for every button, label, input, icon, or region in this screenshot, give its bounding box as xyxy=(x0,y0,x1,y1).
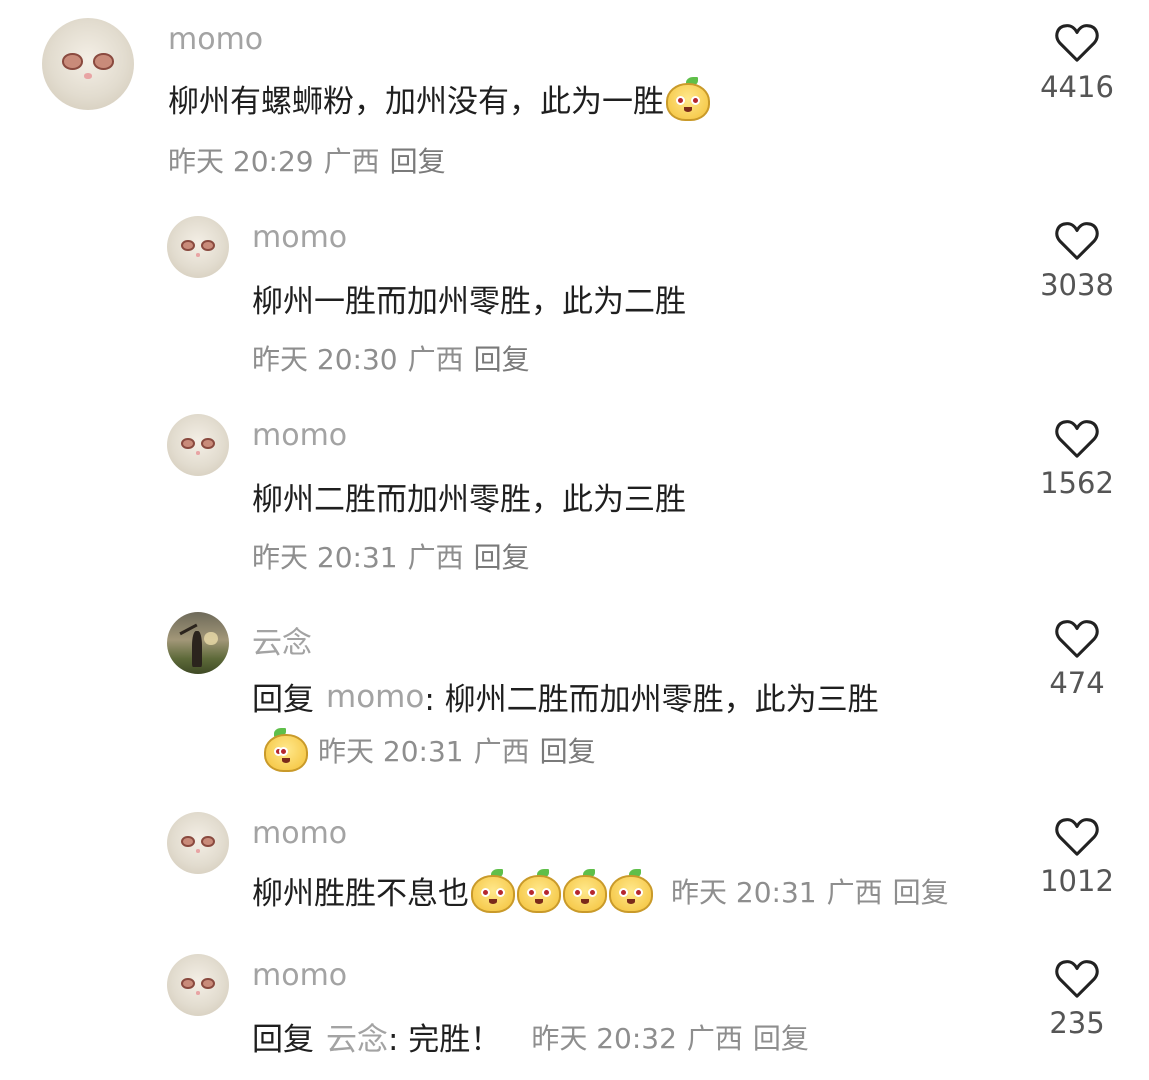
heart-outline-icon xyxy=(1055,960,1099,998)
mango-face-sticker-icon xyxy=(609,868,653,913)
like-button[interactable]: 474 xyxy=(1037,618,1117,700)
mango-face-sticker-icon xyxy=(254,728,308,772)
avatar[interactable] xyxy=(167,612,229,674)
comment-text-content: 柳州一胜而加州零胜，此为二胜 xyxy=(252,284,686,320)
like-button[interactable]: 3038 xyxy=(1037,220,1117,302)
comment-location: 广西 xyxy=(826,875,883,909)
comment-text[interactable]: 柳州胜胜不息也 昨天 20:31 广西 回复 xyxy=(252,868,949,913)
reply-button[interactable]: 回复 xyxy=(753,1017,809,1057)
avatar[interactable] xyxy=(42,18,134,110)
heart-outline-icon xyxy=(1055,420,1099,458)
avatar[interactable] xyxy=(167,954,229,1016)
heart-outline-icon xyxy=(1055,222,1099,260)
avatar[interactable] xyxy=(167,414,229,476)
comment-time: 昨天 20:31 xyxy=(671,875,817,909)
reply-mention[interactable]: 云念 xyxy=(326,1014,388,1059)
comment-username[interactable]: momo xyxy=(252,816,347,851)
comment-location: 广西 xyxy=(407,343,464,376)
reply-prefix: 回复 xyxy=(252,1022,314,1058)
comment-location: 广西 xyxy=(323,145,380,178)
comment-username[interactable]: momo xyxy=(252,418,347,453)
like-count: 235 xyxy=(1049,1006,1105,1034)
comment-meta: 昨天 20:30 广西 回复 xyxy=(252,338,530,378)
comment-text[interactable]: 柳州有螺蛳粉，加州没有，此为一胜 xyxy=(168,76,710,121)
comment-text[interactable]: 回复 momo : 柳州二胜而加州零胜，此为三胜 xyxy=(252,674,879,719)
like-button[interactable]: 1012 xyxy=(1037,816,1117,898)
like-button[interactable]: 4416 xyxy=(1037,22,1117,104)
comment-location: 广西 xyxy=(407,541,464,574)
like-count: 1012 xyxy=(1040,864,1114,898)
comment-username[interactable]: momo xyxy=(252,220,347,255)
reply-button[interactable]: 回复 xyxy=(540,730,596,770)
comment-text[interactable]: 回复 云念 : 完胜！ 昨天 20:32 广西 回复 xyxy=(252,1014,809,1059)
comment-time: 昨天 20:30 xyxy=(252,343,398,376)
mango-face-sticker-icon xyxy=(563,868,607,913)
like-count: 3038 xyxy=(1040,268,1114,302)
reply-button[interactable]: 回复 xyxy=(893,871,949,911)
comment-meta: 昨天 20:32 广西 回复 xyxy=(531,1017,809,1057)
comment-username[interactable]: 云念 xyxy=(252,618,312,662)
comment-location: 广西 xyxy=(473,735,530,768)
reply-button[interactable]: 回复 xyxy=(474,338,530,378)
comment-text-content: 柳州二胜而加州零胜，此为三胜 xyxy=(252,482,686,518)
comment-text-content: 柳州胜胜不息也 xyxy=(252,876,469,912)
comment-meta: 昨天 20:29 广西 回复 xyxy=(168,140,446,180)
heart-outline-icon xyxy=(1055,620,1099,658)
avatar[interactable] xyxy=(167,216,229,278)
comment-meta: 昨天 20:31 广西 回复 xyxy=(252,536,530,576)
mango-face-sticker-icon xyxy=(517,868,561,913)
comment-username[interactable]: momo xyxy=(252,958,347,993)
like-count: 1562 xyxy=(1040,466,1114,500)
comment-time: 昨天 20:31 xyxy=(318,735,464,768)
like-count: 474 xyxy=(1049,666,1105,700)
comment-meta: 昨天 20:31 广西 回复 xyxy=(252,728,596,772)
comment-text-content: : 柳州二胜而加州零胜，此为三胜 xyxy=(424,682,879,718)
like-button[interactable]: 1562 xyxy=(1037,418,1117,500)
avatar[interactable] xyxy=(167,812,229,874)
reply-button[interactable]: 回复 xyxy=(474,536,530,576)
comment-text-content: 柳州有螺蛳粉，加州没有，此为一胜 xyxy=(168,84,664,120)
like-button[interactable]: 235 xyxy=(1037,958,1117,1034)
comment-time: 昨天 20:31 xyxy=(252,541,398,574)
comment-text-content: : 完胜！ xyxy=(388,1022,502,1058)
comment-time: 昨天 20:29 xyxy=(168,145,314,178)
comment-username[interactable]: momo xyxy=(168,22,263,57)
reply-mention[interactable]: momo xyxy=(326,679,424,715)
reply-prefix: 回复 xyxy=(252,682,314,718)
reply-button[interactable]: 回复 xyxy=(390,140,446,180)
heart-outline-icon xyxy=(1055,24,1099,62)
mango-face-sticker-icon xyxy=(666,76,710,121)
comment-text[interactable]: 柳州一胜而加州零胜，此为二胜 xyxy=(252,276,686,321)
comment-text[interactable]: 柳州二胜而加州零胜，此为三胜 xyxy=(252,474,686,519)
comment-meta: 昨天 20:31 广西 回复 xyxy=(671,871,949,911)
heart-outline-icon xyxy=(1055,818,1099,856)
comment-location: 广西 xyxy=(686,1021,743,1055)
like-count: 4416 xyxy=(1040,70,1114,104)
mango-face-sticker-icon xyxy=(471,868,515,913)
comment-time: 昨天 20:32 xyxy=(531,1021,677,1055)
